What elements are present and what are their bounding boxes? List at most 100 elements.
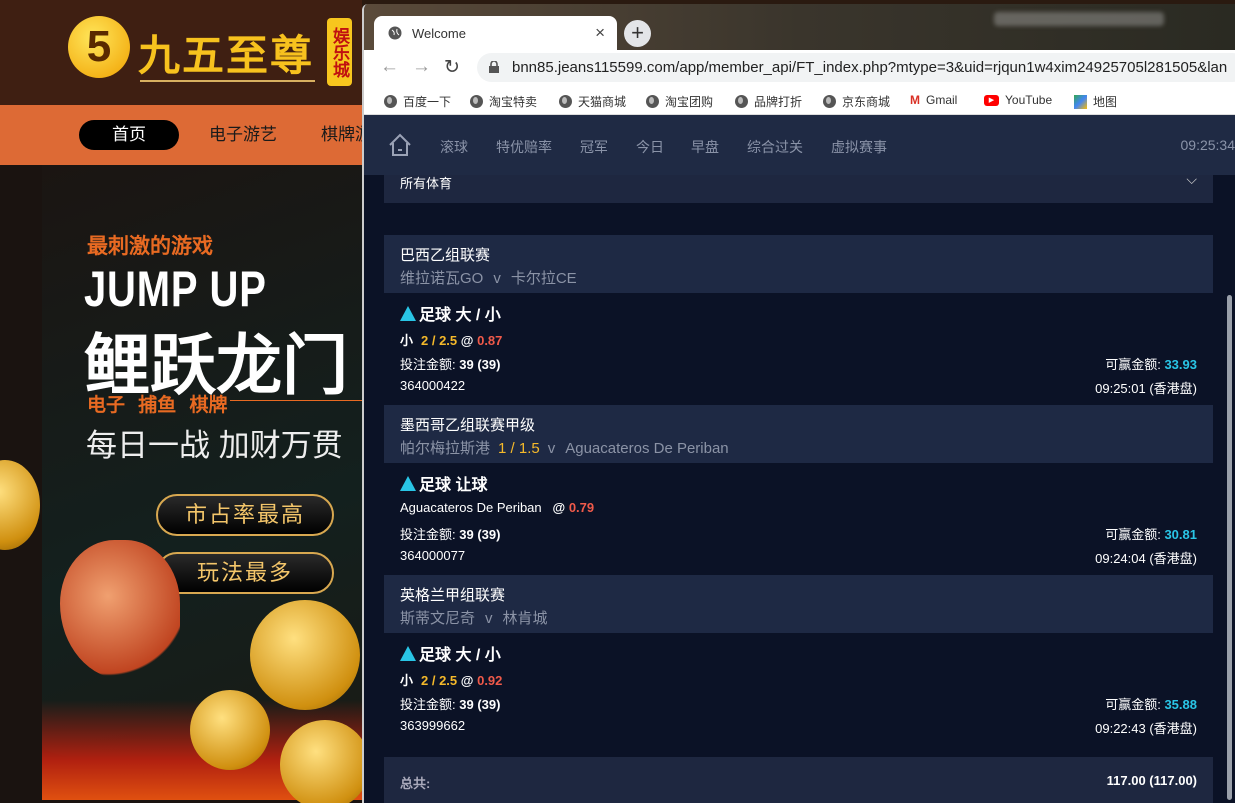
bookmark-baidu[interactable]: 百度一下 [384, 93, 451, 110]
site-nav-home[interactable]: 首页 [79, 120, 179, 150]
logo-icon: 5 [68, 16, 130, 78]
sport-filter-select[interactable]: 所有体育 ⌵ [384, 175, 1213, 203]
nav-today[interactable]: 今日 [636, 137, 664, 157]
win-value: 33.93 [1164, 357, 1197, 372]
bookmark-label: 地图 [1093, 95, 1118, 109]
bet-type: 足球 让球 [419, 477, 488, 494]
bookmark-label: 百度一下 [403, 95, 452, 109]
sport-filter-value: 所有体育 [400, 176, 453, 191]
home-icon[interactable] [388, 133, 412, 157]
globe-icon [470, 95, 483, 108]
browser-window: Welcome × + ← → ↻ bnn85.jeans115599.com/… [362, 4, 1235, 803]
logo-ornament [140, 80, 315, 82]
clock: 09:25:34 [1180, 137, 1235, 153]
globe-icon [559, 95, 572, 108]
globe-icon [646, 95, 659, 108]
scrollbar[interactable] [1227, 295, 1232, 800]
total-value: 117.00 (117.00) [1106, 773, 1197, 788]
total-row: 总共: 117.00 (117.00) [384, 757, 1213, 803]
bet-time: 09:22:43 (香港盘) [1095, 721, 1197, 736]
bet-item: 足球 大 / 小 小 2 / 2.5 @ 0.87 投注金额: 39 (39) 可… [384, 293, 1213, 405]
coin-image [190, 690, 270, 770]
nav-virtual[interactable]: 虚拟赛事 [831, 137, 887, 157]
league-header: 英格兰甲组联赛 斯蒂文尼奇 v 林肯城 [384, 575, 1213, 633]
league-header: 墨西哥乙组联赛甲级 帕尔梅拉斯港 1 / 1.5 v Aguacateros De P… [384, 405, 1213, 463]
win-label: 可赢金额: [1105, 697, 1161, 712]
nav-live[interactable]: 滚球 [440, 137, 468, 157]
bookmark-label: 淘宝特卖 [489, 95, 538, 109]
banner-button-market[interactable]: 市占率最高 [156, 494, 334, 536]
nav-early[interactable]: 早盘 [691, 137, 719, 157]
bookmark-tmall[interactable]: 天猫商城 [559, 93, 626, 110]
nav-parlay[interactable]: 综合过关 [747, 137, 803, 157]
forward-icon[interactable]: → [412, 56, 431, 78]
ticket-id: 364000077 [400, 548, 466, 563]
stake-value: 39 (39) [459, 357, 501, 372]
background-casino-site: 5 九五至尊 娱乐城 首页 电子游艺 棋牌游 最刺激的游戏 JUMP UP 鲤跃… [0, 0, 362, 803]
bet-pick: 小 [400, 673, 414, 688]
banner-categories: 电子 捕鱼 棋牌 [87, 395, 228, 416]
bet-type: 足球 大 / 小 [419, 647, 501, 664]
nav-special-odds[interactable]: 特优赔率 [496, 137, 552, 157]
stake-label: 投注金额: [400, 527, 456, 542]
bet-pick: 小 [400, 333, 414, 348]
bookmark-label: Gmail [926, 93, 958, 107]
reload-icon[interactable]: ↻ [444, 56, 460, 79]
warning-icon [400, 305, 416, 321]
bet-odds: 0.87 [477, 333, 503, 348]
bet-type: 足球 大 / 小 [419, 307, 501, 324]
globe-icon [388, 26, 402, 40]
bet-line: 2 / 2.5 [421, 333, 458, 348]
site-nav-slots[interactable]: 电子游艺 [209, 120, 277, 150]
bookmarks-bar: 百度一下 淘宝特卖 天猫商城 淘宝团购 品牌打折 京东商城 M Gmail ▶ Yo… [364, 85, 1235, 115]
close-icon[interactable]: × [595, 23, 605, 43]
tab-strip: Welcome × + [364, 4, 1235, 52]
nav-outright[interactable]: 冠军 [580, 137, 608, 157]
win-label: 可赢金额: [1105, 527, 1161, 542]
bet-item: 足球 大 / 小 小 2 / 2.5 @ 0.92 投注金额: 39 (39) 可… [384, 633, 1213, 745]
vs: v [493, 270, 501, 287]
address-bar[interactable]: bnn85.jeans115599.com/app/member_api/FT_… [477, 53, 1235, 82]
maps-icon [1074, 94, 1087, 109]
globe-icon [823, 95, 836, 108]
bet-time: 09:25:01 (香港盘) [1095, 381, 1197, 396]
bet-time: 09:24:04 (香港盘) [1095, 551, 1197, 566]
bookmark-gmail[interactable]: M Gmail [910, 93, 957, 107]
stake-label: 投注金额: [400, 697, 456, 712]
back-icon[interactable]: ← [380, 56, 399, 78]
bookmark-taobao-group[interactable]: 淘宝团购 [646, 93, 713, 110]
banner-button-games[interactable]: 玩法最多 [156, 552, 334, 594]
bet-odds: 0.79 [568, 500, 595, 515]
warning-icon [400, 475, 416, 491]
bet-odds: 0.92 [477, 673, 503, 688]
bookmark-jd[interactable]: 京东商城 [823, 93, 890, 110]
site-nav: 首页 电子游艺 棋牌游 [0, 105, 362, 165]
bookmark-label: 京东商城 [842, 95, 891, 109]
bookmark-taobao-sale[interactable]: 淘宝特卖 [470, 93, 537, 110]
bet-item: 足球 让球 Aguacateros De Periban @ 0.79 投注金额… [384, 463, 1213, 575]
bookmark-maps[interactable]: 地图 [1074, 93, 1117, 110]
globe-icon [384, 95, 397, 108]
logo-text: 九五至尊 [138, 32, 315, 79]
bookmark-youtube[interactable]: ▶ YouTube [984, 93, 1052, 107]
banner-headline-en: JUMP UP [84, 261, 267, 317]
banner-tagline: 最刺激的游戏 [87, 235, 213, 258]
league-name: 巴西乙组联赛 [400, 247, 491, 264]
gmail-icon: M [910, 93, 920, 107]
site-nav-cards[interactable]: 棋牌游 [321, 120, 362, 150]
bookmark-brand-discount[interactable]: 品牌打折 [735, 93, 802, 110]
new-tab-button[interactable]: + [624, 20, 651, 47]
league-name: 英格兰甲组联赛 [400, 587, 506, 604]
league-header: 巴西乙组联赛 维拉诺瓦GO v 卡尔拉CE [384, 235, 1213, 293]
tab-welcome[interactable]: Welcome × [374, 16, 617, 52]
at-sign: @ [460, 673, 474, 688]
youtube-icon: ▶ [984, 94, 999, 106]
ticket-id: 363999662 [400, 718, 466, 733]
logo-badge: 娱乐城 [327, 18, 352, 86]
stake-label: 投注金额: [400, 357, 456, 372]
app-nav: 滚球 特优赔率 冠军 今日 早盘 综合过关 虚拟赛事 09:25:34 [364, 115, 1235, 175]
coin-image [0, 460, 40, 550]
handicap: 1 / 1.5 [498, 440, 540, 457]
bookmark-label: 天猫商城 [578, 95, 627, 109]
coin-image [280, 720, 362, 803]
